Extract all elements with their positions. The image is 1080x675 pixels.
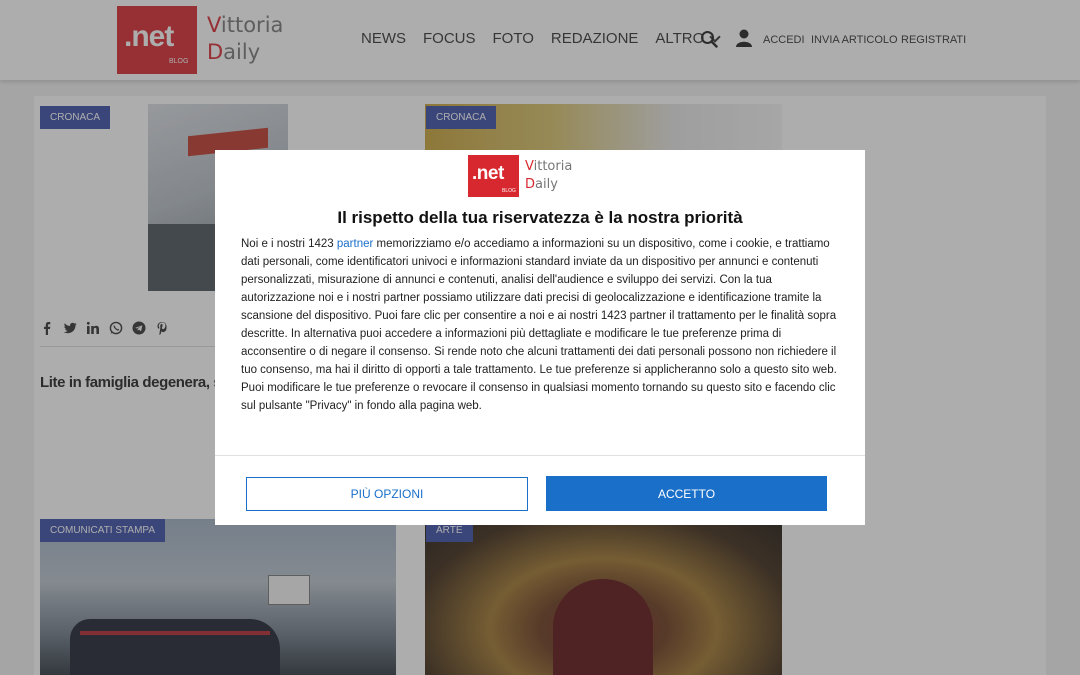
dialog-body: Noi e i nostri 1423 partner memorizziamo… <box>241 235 841 415</box>
partner-link[interactable]: partner <box>337 238 373 250</box>
more-options-button[interactable]: PIÙ OPZIONI <box>246 477 528 511</box>
body-text-1: Noi e i nostri 1423 <box>241 238 337 250</box>
dialog-logo-badge: .net BLOG <box>468 155 519 197</box>
dialog-logo-net-text: .net <box>472 163 504 184</box>
dialog-logo-site-name: Vittoria Daily <box>525 158 572 194</box>
dialog-logo-rest-1: ittoria <box>533 159 573 174</box>
accept-button[interactable]: ACCETTO <box>546 476 827 511</box>
dialog-logo-cap-v: V <box>525 159 534 174</box>
dialog-logo-blog-text: BLOG <box>502 188 516 194</box>
dialog-logo-rest-2: aily <box>535 177 558 192</box>
body-text-2: memorizziamo e/o accediamo a informazion… <box>241 238 837 412</box>
dialog-logo-cap-d: D <box>525 177 536 192</box>
dialog-logo: .net BLOG Vittoria Daily <box>468 155 572 197</box>
dialog-title: Il rispetto della tua riservatezza è la … <box>337 208 743 227</box>
dialog-separator <box>215 455 865 456</box>
consent-dialog: .net BLOG Vittoria Daily Il rispetto del… <box>215 150 865 525</box>
